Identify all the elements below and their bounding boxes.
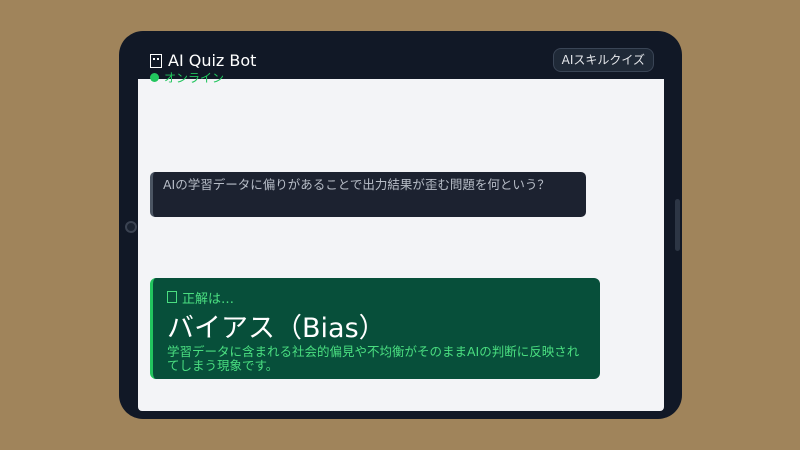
sparkle-icon <box>167 291 177 303</box>
side-button <box>675 199 680 251</box>
answer-card: 正解は… バイアス（Bias） 学習データに含まれる社会的偏見や不均衡がそのまま… <box>150 278 600 379</box>
app-title-text: AI Quiz Bot <box>168 51 257 70</box>
status-text: オンライン <box>164 71 225 85</box>
question-bubble: AIの学習データに偏りがあることで出力結果が歪む問題を何という？ <box>150 172 586 217</box>
answer-heading: 正解は… <box>182 291 235 307</box>
app-header: AI Quiz Bot オンライン AIスキルクイズ <box>138 31 664 85</box>
online-status: オンライン <box>150 69 224 86</box>
camera-icon <box>125 221 137 233</box>
app-title: AI Quiz Bot <box>150 51 256 70</box>
answer-description: 学習データに含まれる社会的偏見や不均衡がそのままAIの判断に反映されてしまう現象… <box>167 344 580 373</box>
tablet-frame: AI Quiz Bot オンライン AIスキルクイズ AIの学習データに偏りがあ… <box>119 31 682 419</box>
question-text: AIの学習データに偏りがあることで出力結果が歪む問題を何という？ <box>163 177 550 192</box>
robot-icon <box>150 53 162 68</box>
online-dot-icon <box>150 73 159 82</box>
ai-skill-quiz-button[interactable]: AIスキルクイズ <box>552 48 654 72</box>
answer-header: 正解は… <box>167 288 586 307</box>
chat-area[interactable]: AIの学習データに偏りがあることで出力結果が歪む問題を何という？ 正解は… バイ… <box>138 79 664 411</box>
answer-term: バイアス（Bias） <box>167 313 386 344</box>
